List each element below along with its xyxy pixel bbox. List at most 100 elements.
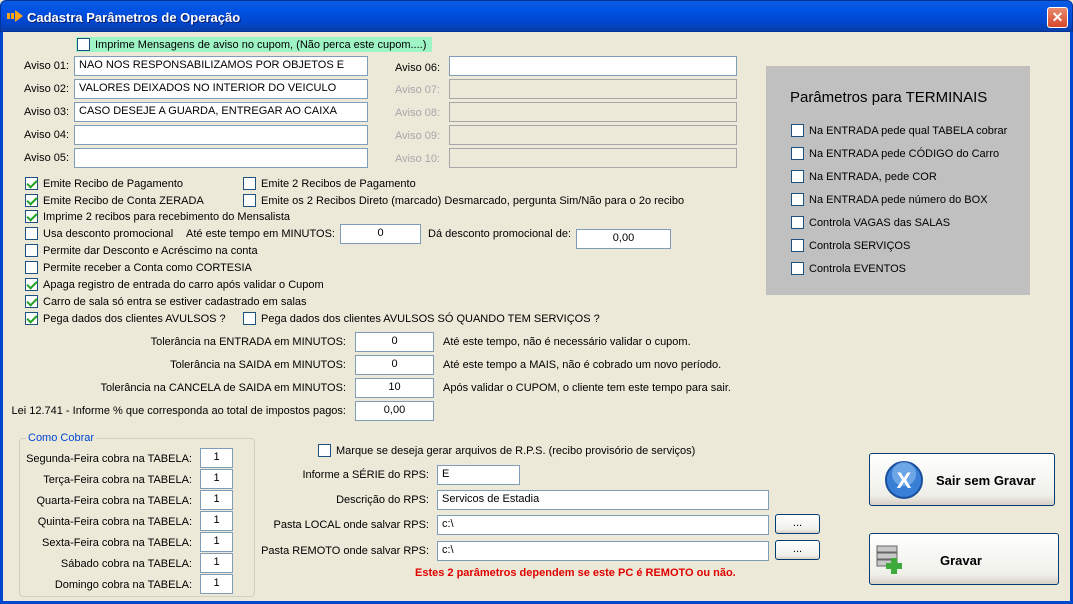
terminal-eventos-checkbox[interactable]: Controla EVENTOS xyxy=(791,262,906,275)
aviso-05-field[interactable] xyxy=(74,148,368,168)
lei-impostos-field[interactable]: 0,00 xyxy=(355,401,434,421)
title-bar: Cadastra Parâmetros de Operação ✕ xyxy=(0,0,1073,32)
gravar-button[interactable]: Gravar xyxy=(869,533,1059,585)
checkbox-box[interactable] xyxy=(243,194,256,207)
permite-cortesia-checkbox[interactable]: Permite receber a Conta como CORTESIA xyxy=(25,261,252,274)
quarta-label: Quarta-Feira cobra na TABELA: xyxy=(36,495,193,507)
carro-sala-checkbox[interactable]: Carro de sala só entra se estiver cadast… xyxy=(25,295,307,308)
serie-rps-label: Informe a SÉRIE do RPS: xyxy=(302,469,429,481)
print-messages-checkbox[interactable]: Imprime Mensagens de aviso no cupom, (Nã… xyxy=(76,37,433,52)
terminal-box-checkbox[interactable]: Na ENTRADA pede número do BOX xyxy=(791,193,988,206)
browse-remoto-button[interactable]: ... xyxy=(775,540,820,560)
checkbox-box[interactable] xyxy=(791,262,804,275)
aviso-09-field xyxy=(449,125,737,145)
terca-label: Terça-Feira cobra na TABELA: xyxy=(43,474,192,486)
checkbox-box[interactable] xyxy=(25,312,38,325)
checkbox-box[interactable] xyxy=(25,244,38,257)
checkbox-label: Usa desconto promocional xyxy=(43,227,174,240)
checkbox-label: Emite Recibo de Pagamento xyxy=(43,177,184,190)
checkbox-label: Controla SERVIÇOS xyxy=(809,239,911,252)
emite-recibo-checkbox[interactable]: Emite Recibo de Pagamento xyxy=(25,177,183,190)
terminal-tabela-checkbox[interactable]: Na ENTRADA pede qual TABELA cobrar xyxy=(791,124,1007,137)
emite-recibo-zerada-checkbox[interactable]: Emite Recibo de Conta ZERADA xyxy=(25,194,204,207)
terminal-vagas-checkbox[interactable]: Controla VAGAS das SALAS xyxy=(791,216,950,229)
segunda-label: Segunda-Feira cobra na TABELA: xyxy=(26,453,192,465)
descricao-rps-field[interactable]: Servicos de Estadia xyxy=(437,490,769,510)
checkbox-box[interactable] xyxy=(243,312,256,325)
tolerancia-entrada-field[interactable]: 0 xyxy=(355,332,434,352)
checkbox-box[interactable] xyxy=(791,124,804,137)
sexta-field[interactable]: 1 xyxy=(200,532,233,552)
segunda-field[interactable]: 1 xyxy=(200,448,233,468)
close-button[interactable]: ✕ xyxy=(1047,7,1068,28)
terminal-servicos-checkbox[interactable]: Controla SERVIÇOS xyxy=(791,239,910,252)
pasta-remoto-label: Pasta REMOTO onde salvar RPS: xyxy=(261,545,429,557)
serie-rps-field[interactable]: E xyxy=(437,465,520,485)
lei-impostos-label: Lei 12.741 - Informe % que corresponda a… xyxy=(11,405,347,417)
checkbox-box[interactable] xyxy=(791,147,804,160)
checkbox-label: Na ENTRADA, pede COR xyxy=(809,170,937,183)
checkbox-box[interactable] xyxy=(25,261,38,274)
permite-desconto-checkbox[interactable]: Permite dar Desconto e Acréscimo na cont… xyxy=(25,244,258,257)
checkbox-box[interactable] xyxy=(791,216,804,229)
quinta-field[interactable]: 1 xyxy=(200,511,233,531)
checkbox-label: Controla EVENTOS xyxy=(809,262,907,275)
emite-2-recibos-checkbox[interactable]: Emite 2 Recibos de Pagamento xyxy=(243,177,416,190)
window-title: Cadastra Parâmetros de Operação xyxy=(27,10,241,25)
checkbox-box[interactable] xyxy=(318,444,331,457)
checkbox-box[interactable] xyxy=(243,177,256,190)
sair-sem-gravar-button[interactable]: X Sair sem Gravar xyxy=(869,453,1055,506)
pasta-remoto-field[interactable]: c:\ xyxy=(437,541,769,561)
quarta-field[interactable]: 1 xyxy=(200,490,233,510)
terminal-cor-checkbox[interactable]: Na ENTRADA, pede COR xyxy=(791,170,937,183)
checkbox-box[interactable] xyxy=(791,170,804,183)
pasta-local-field[interactable]: c:\ xyxy=(437,515,769,535)
checkbox-label: Emite Recibo de Conta ZERADA xyxy=(43,194,204,207)
checkbox-box[interactable] xyxy=(791,193,804,206)
svg-text:X: X xyxy=(897,468,912,493)
aviso-04-field[interactable] xyxy=(74,125,368,145)
aviso-02-field[interactable]: VALORES DEIXADOS NO INTERIOR DO VEICULO xyxy=(74,79,368,99)
checkbox-label: Carro de sala só entra se estiver cadast… xyxy=(43,295,307,308)
aviso-01-field[interactable]: NAO NOS RESPONSABILIZAMOS POR OBJETOS E xyxy=(74,56,368,76)
da-desconto-field[interactable]: 0,00 xyxy=(576,229,671,249)
checkbox-box[interactable] xyxy=(791,239,804,252)
aviso-06-label: Aviso 06: xyxy=(395,62,441,74)
tolerancia-cancela-field[interactable]: 10 xyxy=(355,378,434,398)
sabado-field[interactable]: 1 xyxy=(200,553,233,573)
usa-desconto-checkbox[interactable]: Usa desconto promocional xyxy=(25,227,173,240)
aviso-03-field[interactable]: CASO DESEJE A GUARDA, ENTREGAR AO CAIXA xyxy=(74,102,368,122)
checkbox-label: Na ENTRADA pede número do BOX xyxy=(809,193,988,206)
tolerancia-saida-field[interactable]: 0 xyxy=(355,355,434,375)
checkbox-box[interactable] xyxy=(25,210,38,223)
browse-local-button[interactable]: ... xyxy=(775,514,820,534)
aviso-06-field[interactable] xyxy=(449,56,737,76)
ate-tempo-field[interactable]: 0 xyxy=(340,224,421,244)
checkbox-box[interactable] xyxy=(77,38,90,51)
checkbox-label: Emite 2 Recibos de Pagamento xyxy=(261,177,416,190)
quinta-label: Quinta-Feira cobra na TABELA: xyxy=(37,516,192,528)
pega-avulsos-checkbox[interactable]: Pega dados dos clientes AVULSOS ? xyxy=(25,312,226,325)
terca-field[interactable]: 1 xyxy=(200,469,233,489)
checkbox-box[interactable] xyxy=(25,177,38,190)
checkbox-label: Marque se deseja gerar arquivos de R.P.S… xyxy=(336,444,696,457)
domingo-field[interactable]: 1 xyxy=(200,574,233,594)
terminal-codigo-checkbox[interactable]: Na ENTRADA pede CÓDIGO do Carro xyxy=(791,147,999,160)
pega-avulsos-servicos-checkbox[interactable]: Pega dados dos clientes AVULSOS SÓ QUAND… xyxy=(243,312,600,325)
aviso-03-label: Aviso 03: xyxy=(24,106,70,118)
checkbox-label: Permite dar Desconto e Acréscimo na cont… xyxy=(43,244,258,257)
emite-2-direto-checkbox[interactable]: Emite os 2 Recibos Direto (marcado) Desm… xyxy=(243,194,684,207)
como-cobrar-group: Como Cobrar Segunda-Feira cobra na TABEL… xyxy=(19,432,255,597)
tolerancia-cancela-note: Após validar o CUPOM, o cliente tem este… xyxy=(443,382,731,394)
sabado-label: Sábado cobra na TABELA: xyxy=(60,558,192,570)
imprime-mensalista-checkbox[interactable]: Imprime 2 recibos para recebimento do Me… xyxy=(25,210,290,223)
apaga-registro-checkbox[interactable]: Apaga registro de entrada do carro após … xyxy=(25,278,324,291)
checkbox-box[interactable] xyxy=(25,227,38,240)
terminais-panel: Parâmetros para TERMINAIS Na ENTRADA ped… xyxy=(766,66,1030,295)
gerar-rps-checkbox[interactable]: Marque se deseja gerar arquivos de R.P.S… xyxy=(318,444,695,457)
checkbox-box[interactable] xyxy=(25,278,38,291)
checkbox-box[interactable] xyxy=(25,194,38,207)
checkbox-label: Imprime 2 recibos para recebimento do Me… xyxy=(43,210,291,223)
checkbox-box[interactable] xyxy=(25,295,38,308)
aviso-09-label: Aviso 09: xyxy=(395,130,441,142)
